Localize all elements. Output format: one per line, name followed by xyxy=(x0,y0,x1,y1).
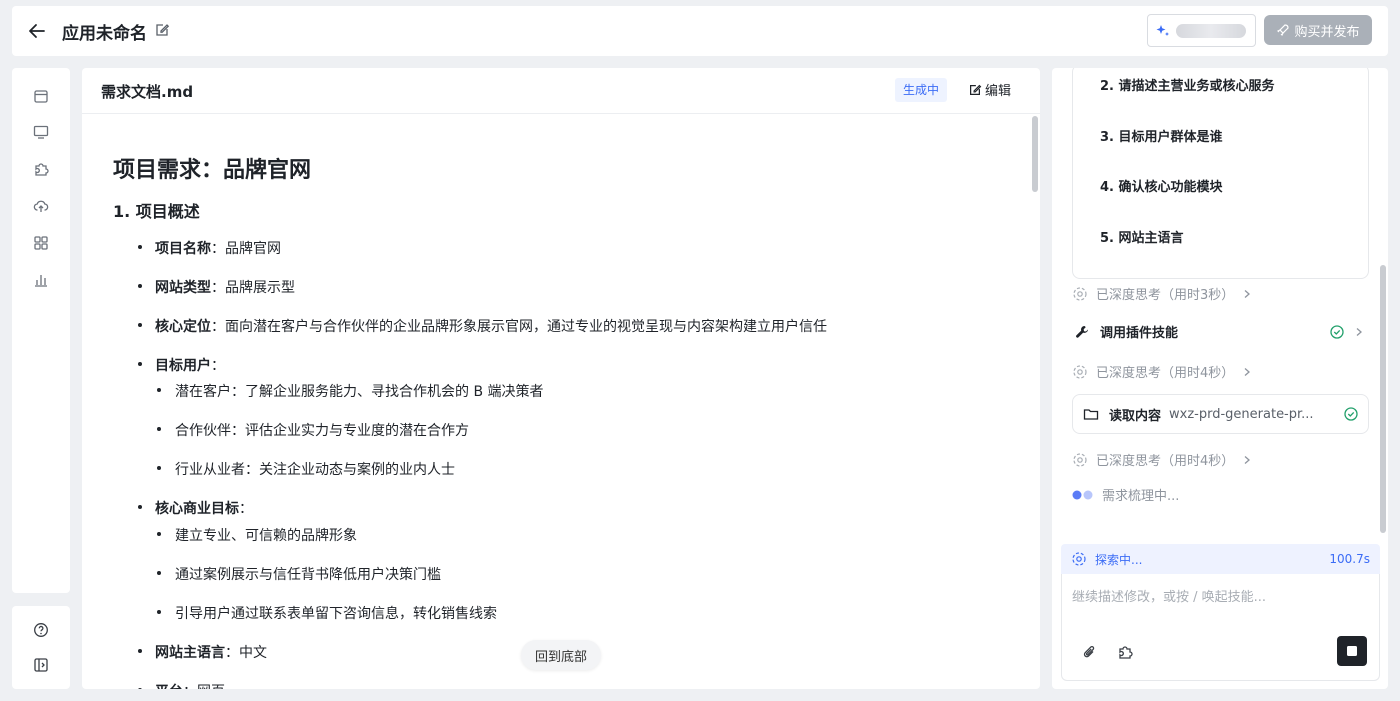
loading-dots-icon xyxy=(1072,490,1094,500)
monitor-icon[interactable] xyxy=(33,124,49,140)
bullet-dot xyxy=(138,649,142,653)
read-content-card[interactable]: 读取内容 wxz-prd-generate-pr... xyxy=(1072,394,1369,434)
bar-chart-icon[interactable] xyxy=(33,272,49,288)
document-header: 需求文档.md 生成中 编辑 xyxy=(82,68,1040,114)
chat-input[interactable] xyxy=(1072,586,1370,626)
bullet-dot xyxy=(138,362,142,366)
deep-think-row[interactable]: 已深度思考（用时4秒） xyxy=(1072,450,1252,469)
questions-card: 2. 请描述主营业务或核心服务 3. 目标用户群体是谁 4. 确认核心功能模块 … xyxy=(1072,68,1369,279)
document-body: 项目需求：品牌官网 1. 项目概述 项目名称：品牌官网 网站类型：品牌展示型 核… xyxy=(113,152,1010,689)
back-arrow-icon[interactable] xyxy=(26,20,48,42)
deep-think-row[interactable]: 已深度思考（用时3秒） xyxy=(1072,284,1252,303)
exploring-label: 探索中... xyxy=(1095,552,1143,567)
bullet-dot xyxy=(138,505,142,509)
puzzle-icon[interactable] xyxy=(1117,644,1133,660)
thinking-icon xyxy=(1072,364,1088,380)
bullet-dot xyxy=(138,245,142,249)
list-item: 目标用户： xyxy=(155,358,225,374)
list-item: 建立专业、可信赖的品牌形象 xyxy=(175,528,357,544)
check-circle-icon xyxy=(1330,324,1344,339)
list-item: 项目名称：品牌官网 xyxy=(155,241,281,257)
wrench-icon xyxy=(1074,324,1090,340)
exploring-icon xyxy=(1071,551,1087,567)
exploring-status-bar: 探索中... 100.7s xyxy=(1061,544,1380,574)
folder-icon xyxy=(1083,406,1099,422)
list-item: 引导用户通过联系表单留下咨询信息，转化销售线索 xyxy=(175,606,497,622)
stop-icon xyxy=(1347,646,1357,656)
publish-label: 购买并发布 xyxy=(1294,24,1360,40)
list-item: 潜在客户：了解企业服务能力、寻找合作机会的 B 端决策者 xyxy=(175,384,544,400)
list-item: 网站主语言：中文 xyxy=(155,645,267,661)
bullet-dot xyxy=(157,532,161,536)
top-header: 应用未命名 购买并发布 xyxy=(12,6,1388,56)
chat-input-box xyxy=(1061,574,1380,681)
question-item: 5. 网站主语言 xyxy=(1100,231,1184,246)
question-item: 3. 目标用户群体是谁 xyxy=(1100,130,1223,145)
sparkle-icon xyxy=(1156,24,1170,38)
calendar-icon[interactable] xyxy=(33,88,49,104)
list-item: 核心商业目标： xyxy=(155,501,253,517)
grid-apps-icon[interactable] xyxy=(33,235,49,251)
document-filename: 需求文档.md xyxy=(101,83,194,101)
chevron-right-icon xyxy=(1354,327,1364,337)
left-rail-bottom xyxy=(12,606,70,689)
bullet-dot xyxy=(157,610,161,614)
loading-row: 需求梳理中... xyxy=(1072,485,1179,504)
read-label: 读取内容 xyxy=(1109,408,1162,424)
think-label: 已深度思考（用时4秒） xyxy=(1096,366,1235,381)
think-label: 已深度思考（用时4秒） xyxy=(1096,454,1235,469)
back-to-bottom-button[interactable]: 回到底部 xyxy=(521,640,601,670)
check-circle-icon xyxy=(1344,407,1358,421)
attachment-icon[interactable] xyxy=(1082,644,1098,660)
bullet-dot xyxy=(157,388,161,392)
list-item: 核心定位：面向潜在客户与合作伙伴的企业品牌形象展示官网，通过专业的视觉呈现与内容… xyxy=(155,319,827,335)
elapsed-time: 100.7s xyxy=(1329,552,1370,566)
doc-heading: 项目需求：品牌官网 xyxy=(113,158,312,183)
think-label: 已深度思考（用时3秒） xyxy=(1096,288,1235,303)
document-scrollbar[interactable] xyxy=(1032,116,1038,192)
list-item: 行业从业者：关注企业动态与案例的业内人士 xyxy=(175,462,455,478)
blurred-label xyxy=(1176,23,1246,38)
question-item: 4. 确认核心功能模块 xyxy=(1100,180,1223,195)
read-filename: wxz-prd-generate-pr... xyxy=(1169,406,1314,422)
list-item: 通过案例展示与信任背书降低用户决策门槛 xyxy=(175,567,441,583)
cloud-upload-icon[interactable] xyxy=(33,198,49,214)
bullet-dot xyxy=(138,688,142,689)
question-item: 2. 请描述主营业务或核心服务 xyxy=(1100,79,1275,94)
list-item: 网站类型：品牌展示型 xyxy=(155,280,295,296)
plugin-label: 调用插件技能 xyxy=(1100,326,1179,341)
publish-button[interactable]: 购买并发布 xyxy=(1264,15,1372,45)
bullet-dot xyxy=(157,571,161,575)
edit-label: 编辑 xyxy=(985,84,1012,99)
edit-title-icon[interactable] xyxy=(154,22,170,38)
chevron-right-icon xyxy=(1242,289,1252,299)
list-item: 平台：网页 xyxy=(155,681,225,689)
list-item: 合作伙伴：评估企业实力与专业度的潜在合作方 xyxy=(175,423,469,439)
plugin-skill-row[interactable]: 调用插件技能 xyxy=(1074,322,1364,341)
bullet-dot xyxy=(157,466,161,470)
puzzle-icon[interactable] xyxy=(33,161,49,177)
collapse-sidebar-icon[interactable] xyxy=(33,657,49,673)
bullet-dot xyxy=(157,427,161,431)
left-rail xyxy=(12,68,70,593)
chevron-right-icon xyxy=(1242,367,1252,377)
app-title: 应用未命名 xyxy=(62,24,147,44)
bullet-dot xyxy=(138,284,142,288)
ai-assistant-button[interactable] xyxy=(1147,14,1256,47)
chevron-right-icon xyxy=(1242,455,1252,465)
thinking-icon xyxy=(1072,286,1088,302)
edit-icon xyxy=(968,83,982,97)
rocket-icon xyxy=(1276,23,1290,37)
stop-generation-button[interactable] xyxy=(1337,636,1367,666)
bullet-dot xyxy=(138,323,142,327)
loading-label: 需求梳理中... xyxy=(1102,489,1180,504)
thinking-icon xyxy=(1072,452,1088,468)
section-title: 1. 项目概述 xyxy=(113,202,200,221)
deep-think-row[interactable]: 已深度思考（用时4秒） xyxy=(1072,362,1252,381)
help-icon[interactable] xyxy=(33,622,49,638)
edit-button[interactable]: 编辑 xyxy=(968,80,1011,99)
chat-scrollbar[interactable] xyxy=(1380,265,1386,533)
document-panel: 需求文档.md 生成中 编辑 项目需求：品牌官网 1. 项目概述 项目名称：品牌… xyxy=(82,68,1040,689)
generating-badge: 生成中 xyxy=(895,78,948,102)
